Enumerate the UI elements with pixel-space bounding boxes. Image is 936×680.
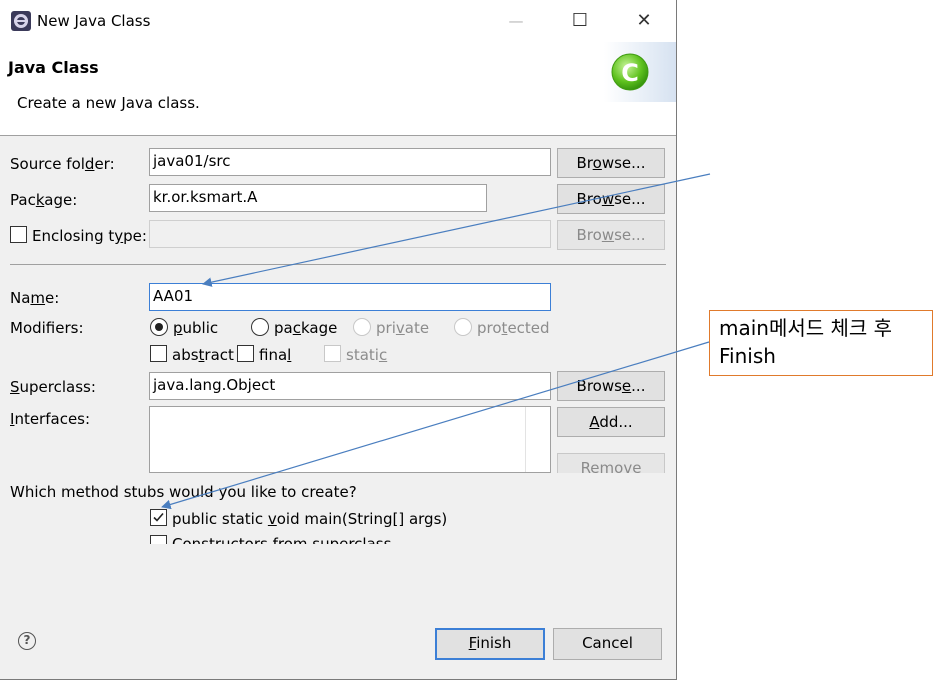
callout-line-2: Finish bbox=[719, 344, 776, 368]
annotation-callout: main메서드 체크 후 Finish bbox=[709, 310, 933, 376]
arrow-to-name-field bbox=[202, 173, 711, 287]
callout-line-1: main메서드 체크 후 bbox=[719, 316, 893, 340]
arrow-to-main-checkbox bbox=[161, 341, 710, 510]
